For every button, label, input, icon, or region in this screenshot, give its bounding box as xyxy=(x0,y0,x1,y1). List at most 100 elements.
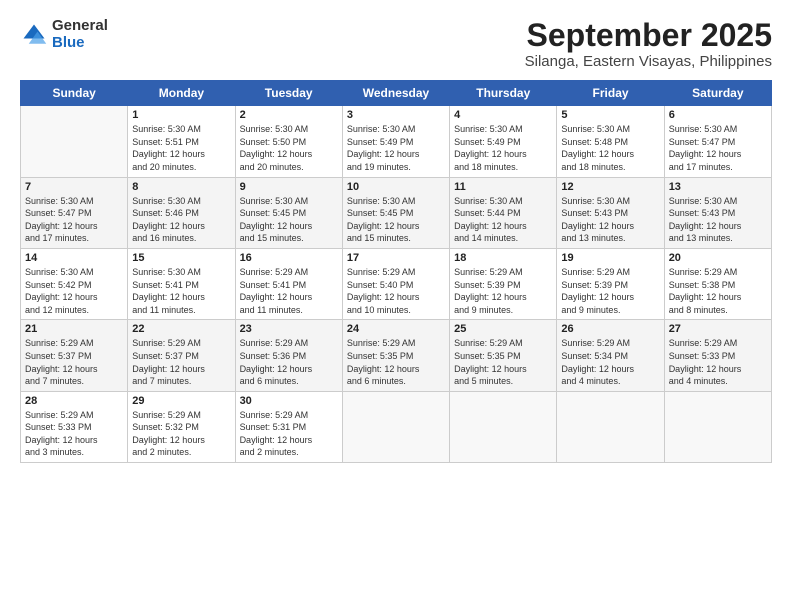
day-cell: 19Sunrise: 5:29 AM Sunset: 5:39 PM Dayli… xyxy=(557,248,664,319)
day-number: 6 xyxy=(669,109,767,121)
day-cell: 24 Sunrise: 5:29 AM Sunset: 5:35 PM Dayli… xyxy=(342,320,449,391)
title-block: September 2025 Silanga, Eastern Visayas,… xyxy=(525,18,772,70)
day-number: 20 xyxy=(669,252,767,264)
day-info: Sunrise: 5:29 AM Sunset: 5:41 PM Dayligh… xyxy=(240,266,338,316)
week-row-1: 1Sunrise: 5:30 AM Sunset: 5:51 PM Daylig… xyxy=(21,106,772,177)
header: General Blue September 2025 Silanga, Eas… xyxy=(20,18,772,70)
day-number: 13 xyxy=(669,181,767,193)
week-row-4: 21 Sunrise: 5:29 AM Sunset: 5:37 PM Dayli… xyxy=(21,320,772,391)
day-info: Sunrise: 5:29 AM Sunset: 5:39 PM Dayligh… xyxy=(454,266,552,316)
day-cell xyxy=(450,391,557,462)
day-info: Sunrise: 5:30 AM Sunset: 5:47 PM Dayligh… xyxy=(25,195,123,245)
day-number: 1 xyxy=(132,109,230,121)
day-cell: 21Sunrise: 5:29 AM Sunset: 5:37 PM Dayli… xyxy=(21,320,128,391)
day-cell: 27Sunrise: 5:29 AM Sunset: 5:33 PM Dayli… xyxy=(664,320,771,391)
day-info: Sunrise: 5:30 AM Sunset: 5:45 PM Dayligh… xyxy=(240,195,338,245)
day-cell: 14 Sunrise: 5:30 AM Sunset: 5:42 PM Dayli… xyxy=(21,248,128,319)
day-number: 28 xyxy=(25,395,123,407)
day-number: 9 xyxy=(240,181,338,193)
day-cell: 30 Sunrise: 5:29 AM Sunset: 5:31 PM Dayli… xyxy=(235,391,342,462)
day-cell: 5 Sunrise: 5:30 AM Sunset: 5:48 PM Daylig… xyxy=(557,106,664,177)
day-info: Sunrise: 5:30 AM Sunset: 5:41 PM Dayligh… xyxy=(132,266,230,316)
day-info: Sunrise: 5:29 AM Sunset: 5:40 PM Dayligh… xyxy=(347,266,445,316)
day-number: 14 xyxy=(25,252,123,264)
logo-general: General xyxy=(52,18,108,35)
day-cell: 7 Sunrise: 5:30 AM Sunset: 5:47 PM Daylig… xyxy=(21,177,128,248)
day-number: 7 xyxy=(25,181,123,193)
day-number: 22 xyxy=(132,323,230,335)
day-number: 18 xyxy=(454,252,552,264)
day-info: Sunrise: 5:30 AM Sunset: 5:50 PM Dayligh… xyxy=(240,123,338,173)
day-cell xyxy=(664,391,771,462)
day-info: Sunrise: 5:30 AM Sunset: 5:43 PM Dayligh… xyxy=(669,195,767,245)
day-cell: 9 Sunrise: 5:30 AM Sunset: 5:45 PM Daylig… xyxy=(235,177,342,248)
day-info: Sunrise: 5:30 AM Sunset: 5:44 PM Dayligh… xyxy=(454,195,552,245)
day-number: 4 xyxy=(454,109,552,121)
day-cell: 23 Sunrise: 5:29 AM Sunset: 5:36 PM Dayli… xyxy=(235,320,342,391)
day-number: 25 xyxy=(454,323,552,335)
logo: General Blue xyxy=(20,18,108,51)
day-info: Sunrise: 5:30 AM Sunset: 5:42 PM Dayligh… xyxy=(25,266,123,316)
col-header-monday: Monday xyxy=(128,81,235,106)
week-row-2: 7 Sunrise: 5:30 AM Sunset: 5:47 PM Daylig… xyxy=(21,177,772,248)
day-info: Sunrise: 5:29 AM Sunset: 5:31 PM Dayligh… xyxy=(240,409,338,459)
day-info: Sunrise: 5:30 AM Sunset: 5:49 PM Dayligh… xyxy=(454,123,552,173)
day-cell: 25 Sunrise: 5:29 AM Sunset: 5:35 PM Dayli… xyxy=(450,320,557,391)
day-cell: 6 Sunrise: 5:30 AM Sunset: 5:47 PM Daylig… xyxy=(664,106,771,177)
day-cell: 28Sunrise: 5:29 AM Sunset: 5:33 PM Dayli… xyxy=(21,391,128,462)
day-cell: 16Sunrise: 5:29 AM Sunset: 5:41 PM Dayli… xyxy=(235,248,342,319)
subtitle: Silanga, Eastern Visayas, Philippines xyxy=(525,53,772,70)
day-info: Sunrise: 5:29 AM Sunset: 5:37 PM Dayligh… xyxy=(132,337,230,387)
day-cell: 13 Sunrise: 5:30 AM Sunset: 5:43 PM Dayli… xyxy=(664,177,771,248)
logo-icon xyxy=(20,21,48,49)
day-number: 19 xyxy=(561,252,659,264)
day-cell: 22 Sunrise: 5:29 AM Sunset: 5:37 PM Dayli… xyxy=(128,320,235,391)
week-row-3: 14 Sunrise: 5:30 AM Sunset: 5:42 PM Dayli… xyxy=(21,248,772,319)
day-cell: 12 Sunrise: 5:30 AM Sunset: 5:43 PM Dayli… xyxy=(557,177,664,248)
day-number: 29 xyxy=(132,395,230,407)
col-header-wednesday: Wednesday xyxy=(342,81,449,106)
day-cell: 1Sunrise: 5:30 AM Sunset: 5:51 PM Daylig… xyxy=(128,106,235,177)
day-cell: 18 Sunrise: 5:29 AM Sunset: 5:39 PM Dayli… xyxy=(450,248,557,319)
day-number: 17 xyxy=(347,252,445,264)
day-number: 23 xyxy=(240,323,338,335)
col-header-friday: Friday xyxy=(557,81,664,106)
calendar-table: SundayMondayTuesdayWednesdayThursdayFrid… xyxy=(20,80,772,463)
day-cell xyxy=(557,391,664,462)
day-number: 11 xyxy=(454,181,552,193)
day-info: Sunrise: 5:29 AM Sunset: 5:36 PM Dayligh… xyxy=(240,337,338,387)
day-number: 3 xyxy=(347,109,445,121)
day-info: Sunrise: 5:29 AM Sunset: 5:34 PM Dayligh… xyxy=(561,337,659,387)
day-cell: 11 Sunrise: 5:30 AM Sunset: 5:44 PM Dayli… xyxy=(450,177,557,248)
day-info: Sunrise: 5:29 AM Sunset: 5:33 PM Dayligh… xyxy=(669,337,767,387)
day-number: 15 xyxy=(132,252,230,264)
day-number: 10 xyxy=(347,181,445,193)
day-info: Sunrise: 5:30 AM Sunset: 5:48 PM Dayligh… xyxy=(561,123,659,173)
day-number: 30 xyxy=(240,395,338,407)
day-cell: 15 Sunrise: 5:30 AM Sunset: 5:41 PM Dayli… xyxy=(128,248,235,319)
col-header-sunday: Sunday xyxy=(21,81,128,106)
day-info: Sunrise: 5:30 AM Sunset: 5:43 PM Dayligh… xyxy=(561,195,659,245)
day-info: Sunrise: 5:29 AM Sunset: 5:35 PM Dayligh… xyxy=(347,337,445,387)
day-number: 5 xyxy=(561,109,659,121)
col-header-tuesday: Tuesday xyxy=(235,81,342,106)
day-cell: 26Sunrise: 5:29 AM Sunset: 5:34 PM Dayli… xyxy=(557,320,664,391)
logo-text: General Blue xyxy=(52,18,108,51)
day-cell xyxy=(21,106,128,177)
day-number: 21 xyxy=(25,323,123,335)
day-cell: 8Sunrise: 5:30 AM Sunset: 5:46 PM Daylig… xyxy=(128,177,235,248)
day-number: 12 xyxy=(561,181,659,193)
day-cell: 20Sunrise: 5:29 AM Sunset: 5:38 PM Dayli… xyxy=(664,248,771,319)
week-row-5: 28Sunrise: 5:29 AM Sunset: 5:33 PM Dayli… xyxy=(21,391,772,462)
header-row: SundayMondayTuesdayWednesdayThursdayFrid… xyxy=(21,81,772,106)
day-number: 24 xyxy=(347,323,445,335)
day-number: 2 xyxy=(240,109,338,121)
day-cell xyxy=(342,391,449,462)
day-info: Sunrise: 5:30 AM Sunset: 5:49 PM Dayligh… xyxy=(347,123,445,173)
day-cell: 29Sunrise: 5:29 AM Sunset: 5:32 PM Dayli… xyxy=(128,391,235,462)
day-info: Sunrise: 5:29 AM Sunset: 5:35 PM Dayligh… xyxy=(454,337,552,387)
day-info: Sunrise: 5:30 AM Sunset: 5:45 PM Dayligh… xyxy=(347,195,445,245)
day-cell: 4 Sunrise: 5:30 AM Sunset: 5:49 PM Daylig… xyxy=(450,106,557,177)
day-info: Sunrise: 5:30 AM Sunset: 5:47 PM Dayligh… xyxy=(669,123,767,173)
day-cell: 17 Sunrise: 5:29 AM Sunset: 5:40 PM Dayli… xyxy=(342,248,449,319)
